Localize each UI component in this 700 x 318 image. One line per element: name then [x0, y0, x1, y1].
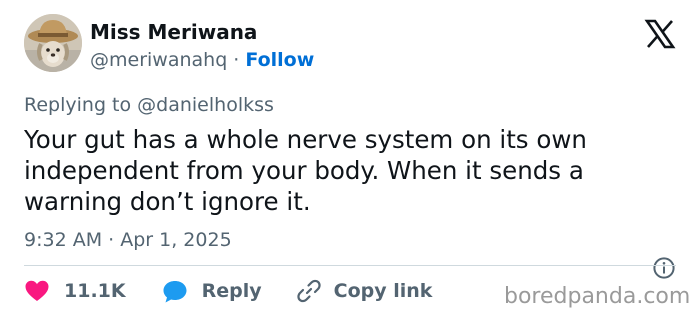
speech-bubble-icon: [163, 280, 187, 302]
reply-context: Replying to @danielholkss: [24, 92, 274, 118]
handle-separator: ·: [227, 49, 246, 71]
tweet-text-line: warning don’t ignore it.: [24, 187, 311, 216]
link-icon: [296, 279, 321, 303]
x-logo-icon[interactable]: [644, 18, 676, 50]
avatar[interactable]: [24, 14, 82, 72]
divider: [24, 265, 676, 266]
avatar-image: [24, 14, 82, 72]
author-handle-line: @meriwanahq · Follow: [90, 47, 314, 73]
heart-icon: [25, 280, 49, 301]
tweet-text-line: Your gut has a whole nerve system on its…: [24, 125, 587, 154]
timestamp-separator: ·: [102, 229, 121, 251]
copy-link-button[interactable]: Copy link: [296, 278, 433, 304]
tweet-text: Your gut has a whole nerve system on its…: [24, 124, 664, 217]
like-button[interactable]: 11.1K: [24, 279, 126, 303]
reply-context-prefix: Replying to: [24, 94, 138, 116]
watermark: boredpanda.com: [504, 284, 691, 309]
info-icon[interactable]: [652, 256, 676, 280]
tweet-text-line: independent from your body. When it send…: [24, 156, 584, 185]
copy-link-label: Copy link: [333, 280, 433, 302]
like-count: 11.1K: [64, 280, 126, 302]
reply-button[interactable]: Reply: [162, 279, 262, 304]
tweet-timestamp[interactable]: 9:32 AM · Apr 1, 2025: [24, 227, 232, 253]
tweet-card: Miss Meriwana @meriwanahq · Follow Reply…: [0, 0, 700, 318]
author-name[interactable]: Miss Meriwana: [90, 19, 257, 45]
reply-label: Reply: [201, 280, 262, 302]
tweet-date: Apr 1, 2025: [120, 229, 232, 251]
reply-context-handle[interactable]: @danielholkss: [137, 94, 274, 116]
follow-button[interactable]: Follow: [245, 49, 314, 71]
author-handle[interactable]: @meriwanahq: [90, 49, 227, 71]
tweet-time: 9:32 AM: [24, 229, 103, 251]
action-bar: 11.1K Reply Copy link: [24, 276, 432, 306]
